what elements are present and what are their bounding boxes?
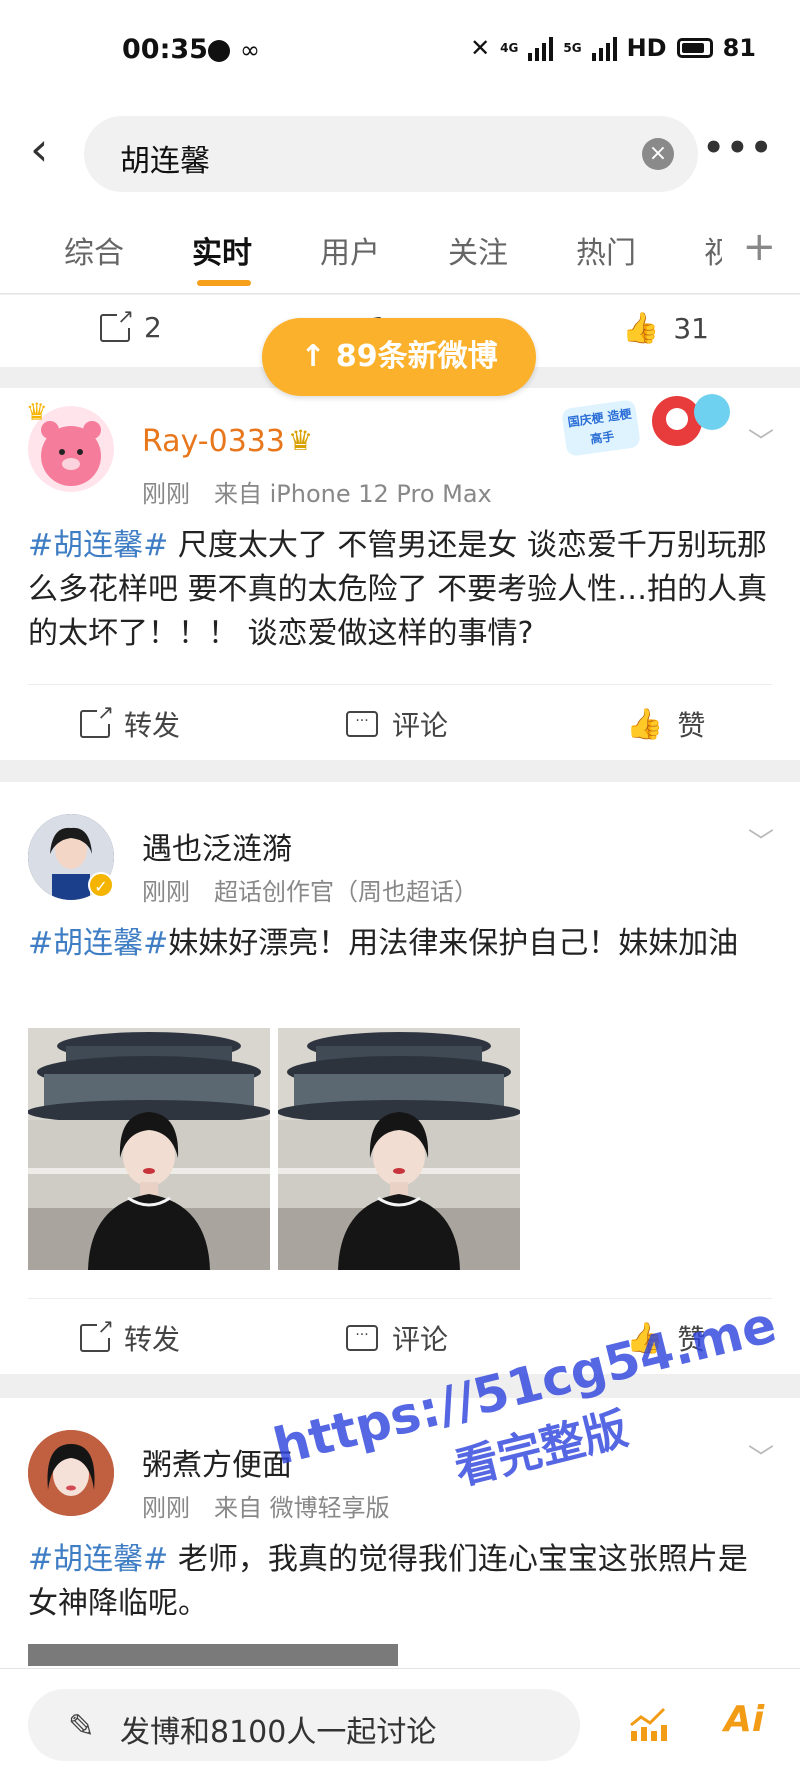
badge-label: 国庆梗 造梗高手 (561, 399, 641, 457)
username[interactable]: 粥煮方便面 (142, 1440, 292, 1484)
status-icons: ✕ 4G 5G HD 81 (470, 34, 756, 62)
chevron-down-icon[interactable]: ﹀ (748, 1438, 774, 1475)
post-time: 刚刚 (142, 1494, 190, 1522)
tab-following[interactable]: 关注 (448, 228, 508, 272)
ai-button[interactable]: Ai (724, 1699, 764, 1740)
vip-crown-icon: ♛ (288, 424, 314, 457)
new-posts-button[interactable]: ↑ 89条新微博 (262, 318, 536, 396)
crown-icon: ♛ (26, 398, 48, 426)
post-text: #胡连馨#妹妹好漂亮！用法律来保护自己！妹妹加油 (28, 922, 772, 966)
post-time: 刚刚 (142, 878, 190, 906)
comment-button[interactable]: ··· 评论 (346, 704, 448, 744)
repost-label: 转发 (124, 1323, 181, 1356)
like-button[interactable]: 👍 赞 (626, 704, 705, 744)
post-source: 超话创作官（周也超话） (214, 878, 478, 906)
username[interactable]: Ray-0333 (142, 424, 285, 459)
comment-icon: ··· (346, 711, 378, 737)
like-button[interactable]: 👍 31 (622, 311, 709, 346)
mute-icon: ✕ (470, 34, 491, 62)
hashtag[interactable]: #胡连馨# (28, 1542, 168, 1577)
app-notification-icon: ∞ (240, 36, 260, 64)
post-body: 妹妹好漂亮！用法律来保护自己！妹妹加油 (168, 926, 739, 961)
holiday-badge: 国庆梗 造梗高手 (561, 394, 734, 470)
repost-icon (100, 303, 134, 342)
like-icon: 👍 (626, 706, 664, 742)
post-time: 刚刚 (142, 480, 190, 508)
post-image[interactable] (278, 1028, 520, 1270)
repost-icon (80, 700, 114, 738)
add-tab-icon[interactable]: + (742, 224, 776, 270)
trend-chart-icon[interactable] (628, 1705, 668, 1750)
search-input[interactable]: 胡连馨 × (84, 116, 698, 192)
tab-video[interactable]: 视 (704, 228, 722, 272)
search-query[interactable]: 胡连馨 (120, 136, 210, 180)
avatar[interactable] (28, 1430, 114, 1516)
hd-indicator: HD (626, 34, 667, 62)
battery-icon (676, 38, 713, 58)
post-image[interactable] (28, 1028, 270, 1270)
post-actions: 转发 ··· 评论 👍 赞 (0, 688, 800, 758)
back-icon[interactable]: ‹ (30, 126, 48, 172)
verified-icon: ✓ (88, 872, 114, 898)
tab-realtime[interactable]: 实时 (192, 228, 252, 272)
chevron-down-icon[interactable]: ﹀ (748, 422, 774, 459)
post-card[interactable]: ✓ 遇也泛涟漪 刚刚 超话创作官（周也超话） ﹀ #胡连馨#妹妹好漂亮！用法律来… (0, 782, 800, 1374)
clear-icon[interactable]: × (642, 138, 674, 170)
tab-comprehensive[interactable]: 综合 (64, 228, 124, 272)
repost-button[interactable]: 转发 (80, 1314, 181, 1358)
divider (28, 1298, 772, 1299)
like-count: 31 (673, 312, 709, 345)
repost-label: 转发 (124, 709, 181, 742)
repost-count: 2 (144, 311, 162, 344)
signal-icon-2 (591, 35, 617, 61)
like-label: 赞 (677, 709, 706, 742)
comment-label: 评论 (392, 1323, 449, 1356)
chevron-down-icon[interactable]: ﹀ (748, 822, 774, 859)
status-bar: 00:35 ∞ ✕ 4G 5G HD 81 (0, 0, 800, 100)
compose-input[interactable]: ✎ 发博和8100人一起讨论 (28, 1689, 580, 1761)
active-tab-indicator (197, 280, 251, 286)
hashtag[interactable]: #胡连馨# (28, 926, 168, 961)
post-source: 来自 iPhone 12 Pro Max (214, 480, 492, 508)
notification-dot-icon (208, 40, 230, 62)
pencil-icon: ✎ (68, 1707, 95, 1745)
tab-users[interactable]: 用户 (320, 228, 380, 272)
repost-button[interactable]: 转发 (80, 700, 181, 744)
more-options-icon[interactable]: ••• (703, 128, 774, 168)
post-image-preview[interactable] (28, 1644, 398, 1666)
network-4g: 4G (500, 41, 519, 55)
status-time: 00:35 (122, 34, 208, 65)
tab-bar: 综合 实时 用户 关注 热门 视 + (0, 208, 800, 294)
post-text: #胡连馨# 尺度太大了 不管男还是女 谈恋爱千万别玩那么多花样吧 要不真的太危险… (28, 524, 772, 656)
comment-label: 评论 (392, 709, 449, 742)
post-text: #胡连馨# 老师，我真的觉得我们连心宝宝这张照片是女神降临呢。 (28, 1538, 772, 1626)
repost-button[interactable]: 2 (100, 303, 162, 344)
battery-level: 81 (722, 34, 756, 62)
repost-icon (80, 1314, 114, 1352)
comment-icon: ··· (346, 1325, 378, 1351)
bottom-bar: ✎ 发博和8100人一起讨论 Ai (0, 1668, 800, 1778)
signal-icon (528, 35, 554, 61)
divider (28, 684, 772, 685)
compose-placeholder: 发博和8100人一起讨论 (120, 1715, 437, 1750)
username[interactable]: 遇也泛涟漪 (142, 824, 292, 868)
post-card[interactable]: ♛ Ray-0333 ♛ 刚刚 来自 iPhone 12 Pro Max 国庆梗… (0, 388, 800, 760)
comment-button[interactable]: ··· 评论 (346, 1318, 448, 1358)
tab-hot[interactable]: 热门 (576, 228, 636, 272)
search-header: ‹ 胡连馨 × ••• (0, 100, 800, 208)
hashtag[interactable]: #胡连馨# (28, 528, 168, 563)
network-5g: 5G (563, 41, 582, 55)
like-icon: 👍 (622, 311, 660, 346)
